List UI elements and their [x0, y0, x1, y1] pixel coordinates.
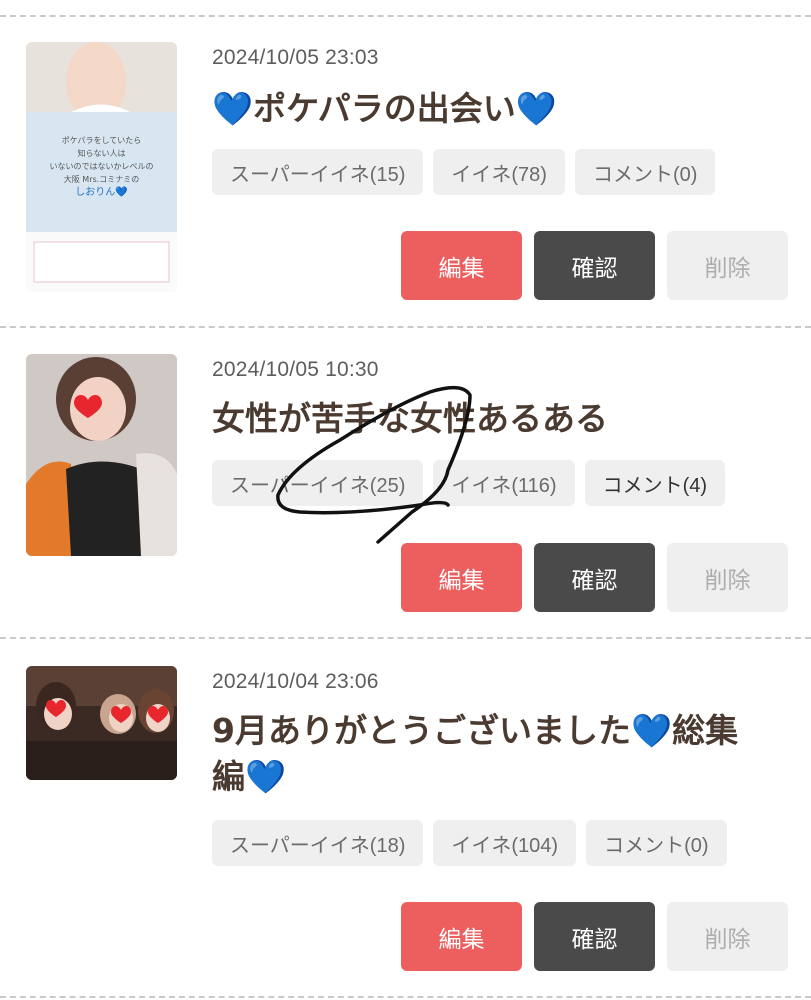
- post-stats: スーパーイイネ(15) イイネ(78) コメント(0): [212, 149, 716, 195]
- thumbnail-image: [26, 354, 177, 556]
- post-thumbnail[interactable]: [26, 666, 177, 780]
- comment-count: コメント(4): [584, 460, 726, 506]
- edit-button[interactable]: 編集: [401, 543, 522, 612]
- like-count: イイネ(78): [433, 149, 565, 195]
- blue-heart-icon: 💙: [630, 711, 673, 750]
- thumbnail-image: [26, 666, 177, 780]
- confirm-button[interactable]: 確認: [534, 543, 655, 612]
- divider-bottom: [0, 996, 811, 998]
- post-title-line: 9月ありがとうございました💙総集: [212, 711, 739, 750]
- post-title[interactable]: 9月ありがとうございました💙総集 編💙: [212, 708, 782, 800]
- post-actions: 編集 確認 削除: [401, 543, 788, 612]
- edit-button[interactable]: 編集: [401, 231, 522, 300]
- super-like-count: スーパーイイネ(15): [212, 149, 424, 195]
- thumb-text-line: ポケパラをしていたら: [61, 136, 142, 145]
- divider-top: [0, 15, 811, 17]
- like-count: イイネ(116): [433, 460, 575, 506]
- post-date: 2024/10/04 23:06: [212, 670, 379, 693]
- like-count: イイネ(104): [433, 820, 577, 866]
- delete-button[interactable]: 削除: [667, 231, 788, 300]
- edit-button[interactable]: 編集: [401, 902, 522, 971]
- blue-heart-icon: 💙: [245, 757, 287, 796]
- super-like-count: スーパーイイネ(25): [212, 460, 424, 506]
- blue-heart-icon: 💙: [515, 89, 557, 128]
- thumb-text-line: 大阪 Mrs.コミナミの: [63, 175, 140, 184]
- thumb-text-line: 知らない人は: [77, 149, 126, 158]
- thumb-text-line: いないのではないかレベルの: [49, 162, 154, 171]
- confirm-button[interactable]: 確認: [534, 902, 655, 971]
- post-date: 2024/10/05 10:30: [212, 358, 379, 381]
- super-like-count: スーパーイイネ(18): [212, 820, 424, 866]
- post-date: 2024/10/05 23:03: [212, 46, 379, 69]
- divider: [0, 637, 811, 639]
- post-title-text: ポケパラの出会い: [253, 89, 516, 128]
- post-actions: 編集 確認 削除: [401, 902, 788, 971]
- confirm-button[interactable]: 確認: [534, 231, 655, 300]
- post-title[interactable]: 女性が苦手な女性あるある: [212, 396, 782, 442]
- delete-button[interactable]: 削除: [667, 543, 788, 612]
- blue-heart-icon: 💙: [212, 89, 254, 128]
- comment-count: コメント(0): [574, 149, 716, 195]
- comment-count: コメント(0): [586, 820, 727, 866]
- post-title-line: 編💙: [212, 757, 287, 796]
- divider: [0, 326, 811, 328]
- post-thumbnail[interactable]: [26, 354, 177, 556]
- post-thumbnail[interactable]: ポケパラをしていたら 知らない人は いないのではないかレベルの 大阪 Mrs.コ…: [26, 42, 177, 292]
- post-actions: 編集 確認 削除: [401, 231, 788, 300]
- post-stats: スーパーイイネ(25) イイネ(116) コメント(4): [212, 460, 726, 506]
- post-title[interactable]: 💙ポケパラの出会い💙: [212, 86, 782, 132]
- delete-button[interactable]: 削除: [667, 902, 788, 971]
- post-stats: スーパーイイネ(18) イイネ(104) コメント(0): [212, 820, 727, 866]
- thumb-text-line: しおりん💙: [75, 187, 128, 198]
